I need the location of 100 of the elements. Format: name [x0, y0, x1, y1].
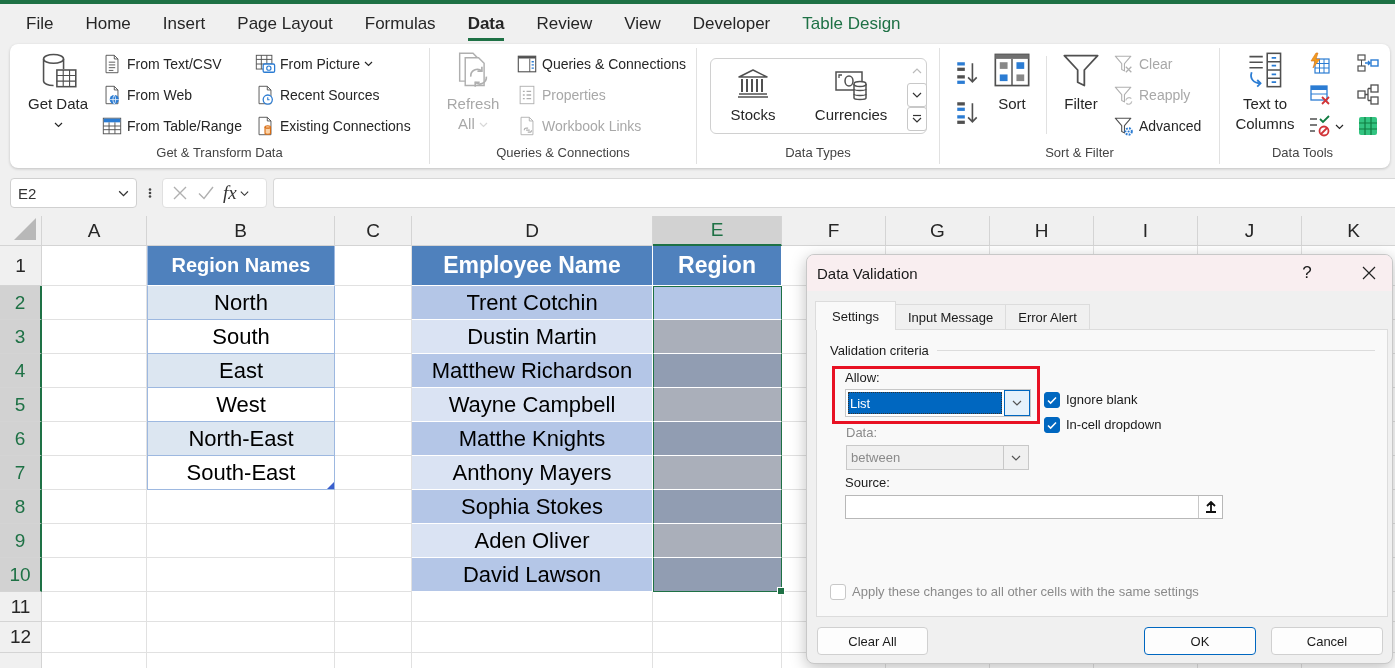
table-cell[interactable] [653, 558, 782, 592]
row-header[interactable]: 2 [0, 286, 42, 320]
select-all-button[interactable] [0, 216, 42, 246]
row-header[interactable]: 3 [0, 320, 42, 354]
sort-ascending-icon [954, 59, 980, 85]
table-cell[interactable] [653, 524, 782, 558]
column-header[interactable]: I [1094, 216, 1198, 246]
ribbon-button[interactable]: From Web [99, 79, 244, 111]
ribbon-tab[interactable]: Review [520, 4, 609, 44]
ribbon-tab[interactable]: Home [69, 4, 147, 44]
dialog-button[interactable]: Clear All [817, 627, 928, 655]
allow-dropdown[interactable]: List [845, 389, 1031, 417]
checkbox[interactable] [1044, 391, 1060, 408]
row-header[interactable]: 4 [0, 354, 42, 388]
grid-cell[interactable] [147, 524, 335, 558]
table-header-cell: Region [653, 246, 782, 286]
ribbon-button[interactable]: From Table/Range [99, 110, 244, 142]
row-header[interactable]: 9 [0, 524, 42, 558]
grid-cell[interactable] [42, 388, 147, 422]
check-icon[interactable] [197, 184, 215, 202]
row-header[interactable]: 10 [0, 558, 42, 592]
grid-cell[interactable] [42, 490, 147, 524]
row-header[interactable]: 1 [0, 246, 42, 286]
row-header[interactable]: 8 [0, 490, 42, 524]
grid-cell[interactable] [42, 456, 147, 490]
grid-cell[interactable] [42, 558, 147, 592]
table-cell: Aden Oliver [412, 524, 653, 558]
grid-cell[interactable] [412, 622, 653, 653]
dialog-button[interactable]: OK [1144, 627, 1256, 655]
column-header[interactable]: H [990, 216, 1094, 246]
grid-cell[interactable] [653, 622, 782, 653]
grid-cell[interactable] [42, 320, 147, 354]
row-header[interactable]: 12 [0, 622, 42, 653]
help-button[interactable]: ? [1292, 258, 1322, 288]
column-header[interactable]: J [1198, 216, 1302, 246]
insert-function-button[interactable]: fx [223, 182, 250, 204]
cross-icon[interactable] [171, 184, 189, 202]
grid-cell[interactable] [335, 592, 412, 622]
grid-cell[interactable] [653, 592, 782, 622]
hierarchy-icon [1356, 83, 1380, 107]
grid-cell[interactable] [42, 622, 147, 653]
table-cell[interactable] [653, 422, 782, 456]
grid-cell[interactable] [147, 622, 335, 653]
more-button[interactable] [907, 107, 927, 131]
ribbon-button[interactable]: Existing Connections [251, 110, 413, 142]
formula-input[interactable] [273, 178, 1395, 208]
grid-cell[interactable] [147, 592, 335, 622]
ribbon-tab[interactable]: View [608, 4, 677, 44]
dialog-button[interactable]: Cancel [1271, 627, 1383, 655]
ribbon-tab[interactable]: File [10, 4, 70, 44]
resize-handle[interactable] [327, 482, 334, 489]
column-header[interactable]: G [886, 216, 990, 246]
row-header[interactable]: 7 [0, 456, 42, 490]
fill-handle[interactable] [777, 587, 785, 595]
checkbox-label: In-cell dropdown [1066, 416, 1162, 433]
row-header[interactable]: 11 [0, 592, 42, 622]
table-cell[interactable] [653, 490, 782, 524]
table-cell[interactable] [653, 456, 782, 490]
grid-cell[interactable] [335, 622, 412, 653]
grid-cell[interactable] [147, 558, 335, 592]
ribbon-button[interactable]: Advanced [1111, 110, 1204, 142]
gallery-item[interactable]: Currencies [810, 59, 892, 133]
checkbox[interactable] [1044, 416, 1060, 433]
ribbon-tab[interactable]: Developer [676, 4, 787, 44]
column-header[interactable]: K [1302, 216, 1395, 246]
grid-cell[interactable] [147, 490, 335, 524]
grid-cell[interactable] [42, 524, 147, 558]
ribbon-button[interactable]: Queries & Connections [514, 48, 688, 80]
row-header[interactable]: 5 [0, 388, 42, 422]
ribbon-tab[interactable]: Insert [146, 4, 222, 44]
ribbon-button[interactable]: Get Data [25, 48, 91, 142]
table-cell[interactable] [653, 320, 782, 354]
dialog-tab[interactable]: Settings [815, 301, 896, 330]
upload-arrow-icon [1204, 501, 1217, 513]
grid-cell[interactable] [412, 592, 653, 622]
column-header[interactable]: B [147, 216, 335, 246]
sort-descending-icon [954, 99, 980, 125]
gallery-item[interactable]: Stocks [726, 59, 780, 133]
column-header[interactable]: A [42, 216, 147, 246]
ribbon-tab[interactable]: Page Layout [221, 4, 349, 44]
grid-cell[interactable] [42, 592, 147, 622]
ribbon-button[interactable]: From Text/CSV [99, 48, 244, 80]
name-box[interactable]: E2 [10, 178, 137, 208]
ribbon-tab[interactable]: Formulas [348, 4, 452, 44]
ribbon-button[interactable]: Filter [1059, 48, 1103, 142]
column-header[interactable]: D [412, 216, 653, 246]
column-header[interactable]: F [782, 216, 886, 246]
ribbon-button[interactable]: Sort [990, 48, 1034, 142]
source-field[interactable] [845, 495, 1223, 519]
ribbon-button[interactable]: Recent Sources [251, 79, 413, 111]
column-header[interactable]: C [335, 216, 412, 246]
row-header[interactable]: 6 [0, 422, 42, 456]
table-cell[interactable] [653, 388, 782, 422]
ribbon-tab[interactable]: Table Design [786, 4, 917, 44]
dialog-tab[interactable]: Error Alert [1005, 304, 1090, 329]
ribbon-button[interactable]: Text to Columns [1232, 48, 1298, 142]
ribbon-button[interactable]: From Picture [251, 48, 413, 80]
column-header[interactable]: E [653, 216, 782, 246]
table-cell[interactable] [653, 286, 782, 320]
table-cell[interactable] [653, 354, 782, 388]
